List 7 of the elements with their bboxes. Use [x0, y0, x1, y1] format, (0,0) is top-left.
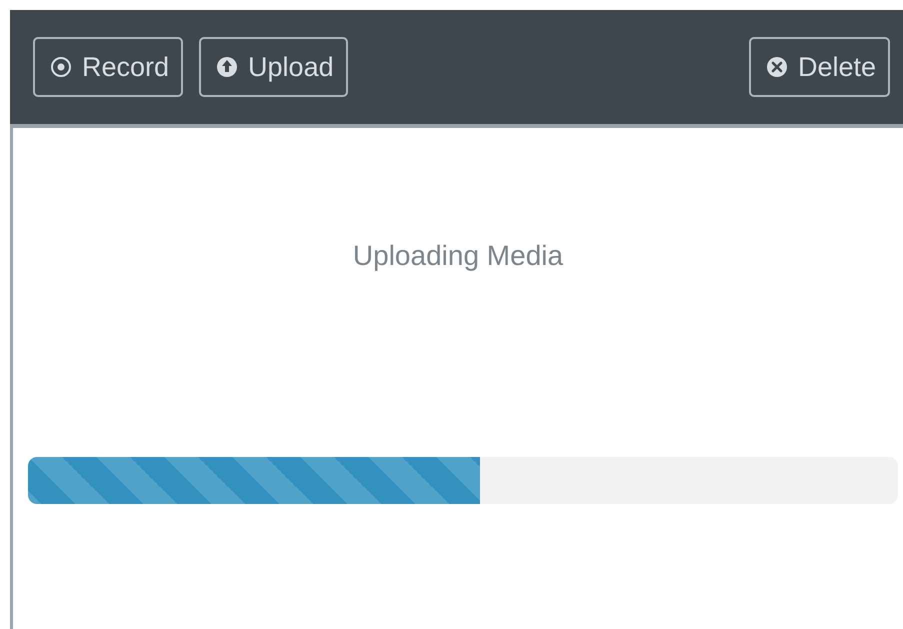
upload-icon: [215, 55, 240, 79]
upload-button[interactable]: Upload: [199, 37, 348, 97]
delete-icon: [764, 55, 789, 79]
record-button[interactable]: Record: [33, 37, 184, 97]
record-icon: [49, 55, 73, 79]
delete-button[interactable]: Delete: [748, 37, 890, 97]
status-message: Uploading Media: [352, 239, 564, 273]
